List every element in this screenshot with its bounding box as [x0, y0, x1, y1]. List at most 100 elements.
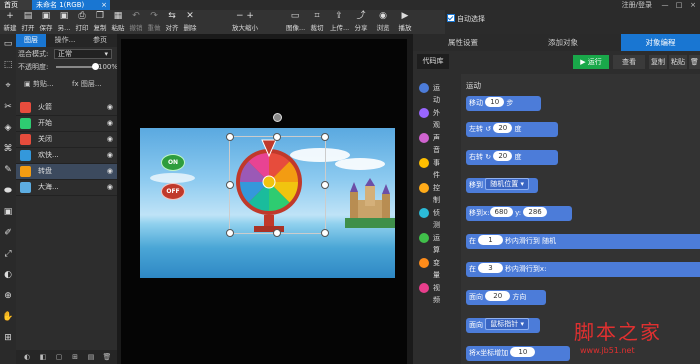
save-tool-button[interactable]: ▣ 保存	[37, 10, 55, 34]
glide-to-block[interactable]: 在 1 秒内滑行到 随机	[466, 234, 700, 249]
fill-tool-icon[interactable]: ⬬	[2, 185, 14, 197]
resize-tool-icon[interactable]: ⤢	[2, 248, 14, 260]
resize-handle[interactable]	[226, 229, 234, 237]
goto-block[interactable]: 移到 随机位置 ▾	[466, 178, 538, 193]
tab-properties[interactable]: 属性设置	[413, 34, 513, 51]
share-tool-button[interactable]: ⤴ 分享	[352, 10, 370, 34]
turn-left-block[interactable]: 左转 ↺ 20 度	[466, 122, 558, 137]
close-tab-icon[interactable]: ×	[101, 0, 107, 10]
play-tool-button[interactable]: ▶ 播放	[396, 10, 414, 34]
eye-icon[interactable]: ◉	[107, 148, 113, 163]
shape-tool-icon[interactable]: ◈	[2, 122, 14, 134]
layer-fx-button[interactable]: fx 图层...	[72, 79, 102, 89]
login-link[interactable]: 注册/登录	[618, 0, 656, 10]
document-canvas[interactable]: ON OFF	[121, 39, 407, 364]
change-x-input[interactable]: 10	[510, 347, 536, 357]
mask-icon[interactable]: ◐	[22, 352, 32, 362]
layer-row[interactable]: 火箭 ◉	[16, 100, 117, 116]
degrees-input[interactable]: 20	[493, 151, 513, 161]
rotate-handle[interactable]	[273, 113, 282, 122]
resize-handle[interactable]	[273, 133, 281, 141]
eye-icon[interactable]: ◉	[107, 116, 113, 131]
layer-row[interactable]: 开始 ◉	[16, 116, 117, 132]
undo-tool-button[interactable]: ↶ 撤销	[127, 10, 145, 34]
save-as-tool-button[interactable]: ▣ 另...	[55, 10, 73, 34]
marquee-tool-icon[interactable]: ⬚	[2, 59, 14, 71]
image-tool-button[interactable]: ▭ 图像...	[286, 10, 305, 34]
delete-tool-button[interactable]: ✕ 删除	[181, 10, 199, 34]
view-button[interactable]: 查看	[613, 55, 645, 69]
goto-xy-block[interactable]: 移到x: 680 y: 286	[466, 206, 572, 221]
maximize-icon[interactable]: □	[672, 0, 686, 10]
auto-select-checkbox[interactable]: 自动选择	[447, 14, 485, 24]
brush-tool-icon[interactable]: ✐	[2, 227, 14, 239]
transform-tool-icon[interactable]: ⌘	[2, 143, 14, 155]
grid-tool-icon[interactable]: ⊞	[2, 332, 14, 344]
eye-icon[interactable]: ◉	[107, 180, 113, 195]
opacity-slider[interactable]	[56, 66, 96, 68]
goto-target-dropdown[interactable]: 随机位置 ▾	[485, 178, 529, 190]
glide-xy-block[interactable]: 在 3 秒内滑行到x:	[466, 262, 700, 277]
trash-icon[interactable]: 🗑	[689, 55, 700, 69]
close-window-icon[interactable]: ×	[686, 0, 700, 10]
home-tab[interactable]: 首页	[0, 0, 36, 10]
new-layer-icon[interactable]: ⊞	[70, 352, 80, 362]
degrees-input[interactable]: 20	[493, 123, 513, 133]
tab-actions[interactable]: 操作...	[48, 34, 82, 47]
point-direction-block[interactable]: 面向 20 方向	[466, 290, 546, 305]
change-x-block[interactable]: 将x坐标增加 10	[466, 346, 570, 361]
resize-handle[interactable]	[321, 181, 329, 189]
run-button[interactable]: ▶ 运行	[573, 55, 609, 69]
point-towards-block[interactable]: 面向 鼠标指针 ▾	[466, 318, 540, 333]
lasso-tool-icon[interactable]: ⌖	[2, 80, 14, 92]
resize-handle[interactable]	[321, 229, 329, 237]
resize-handle[interactable]	[273, 229, 281, 237]
turn-right-block[interactable]: 右转 ↻ 20 度	[466, 150, 558, 165]
seconds-input[interactable]: 1	[478, 235, 503, 245]
move-tool-icon[interactable]: ▭	[2, 38, 14, 50]
stamp-tool-icon[interactable]: ▣	[2, 206, 14, 218]
steps-input[interactable]: 10	[485, 97, 505, 107]
move-steps-block[interactable]: 移动 10 步	[466, 96, 541, 111]
adjust-icon[interactable]: ◧	[38, 352, 48, 362]
browse-tool-button[interactable]: ◉ 浏览	[374, 10, 392, 34]
zoom-tool-icon[interactable]: ⊕	[2, 290, 14, 302]
new-file-tool-button[interactable]: + 新建	[1, 10, 19, 34]
x-input[interactable]: 680	[489, 207, 513, 217]
layer-row[interactable]: 欢快... ◉	[16, 148, 117, 164]
towards-target-dropdown[interactable]: 鼠标指针 ▾	[485, 318, 529, 330]
seconds-input[interactable]: 3	[478, 263, 503, 273]
redo-tool-button[interactable]: ↷ 重做	[145, 10, 163, 34]
upload-tool-button[interactable]: ⇪ 上传...	[330, 10, 349, 34]
resize-handle[interactable]	[321, 133, 329, 141]
print-tool-button[interactable]: ⎙ 打印	[73, 10, 91, 34]
gradient-tool-icon[interactable]: ◐	[2, 269, 14, 281]
copy-button[interactable]: 复制	[649, 55, 667, 69]
pencil-tool-icon[interactable]: ✎	[2, 164, 14, 176]
y-input[interactable]: 286	[523, 207, 547, 217]
clip-button[interactable]: ▣ 剪贴...	[24, 79, 54, 89]
zoom-tool-button[interactable]: − + 放大缩小	[225, 10, 265, 34]
layer-row[interactable]: 大海... ◉	[16, 180, 117, 196]
tab-object-programming[interactable]: 对象编程	[621, 34, 700, 51]
paste-button[interactable]: 粘贴	[669, 55, 687, 69]
resize-handle[interactable]	[226, 133, 234, 141]
copy-tool-button[interactable]: ❐ 复制	[91, 10, 109, 34]
tab-pages[interactable]: 参页	[83, 34, 117, 47]
layer-row[interactable]: 转盘 ◉	[16, 164, 117, 180]
new-group-icon[interactable]: ▢	[54, 352, 64, 362]
eye-icon[interactable]: ◉	[107, 100, 113, 115]
direction-input[interactable]: 20	[485, 291, 511, 301]
tab-layers[interactable]: 图层	[16, 34, 46, 47]
document-tab[interactable]: 未命名 1(RGB) ×	[32, 0, 110, 10]
on-button-sprite[interactable]: ON	[161, 154, 185, 171]
resize-handle[interactable]	[226, 181, 234, 189]
crop-tool-button[interactable]: ⌗ 裁切	[308, 10, 326, 34]
eye-icon[interactable]: ◉	[107, 164, 113, 179]
off-button-sprite[interactable]: OFF	[161, 183, 185, 200]
duplicate-icon[interactable]: ▤	[86, 352, 96, 362]
trash-icon[interactable]: 🗑	[102, 352, 112, 362]
open-tool-button[interactable]: ▤ 打开	[19, 10, 37, 34]
hand-tool-icon[interactable]: ✋	[2, 311, 14, 323]
paste-tool-button[interactable]: ▦ 粘贴	[109, 10, 127, 34]
